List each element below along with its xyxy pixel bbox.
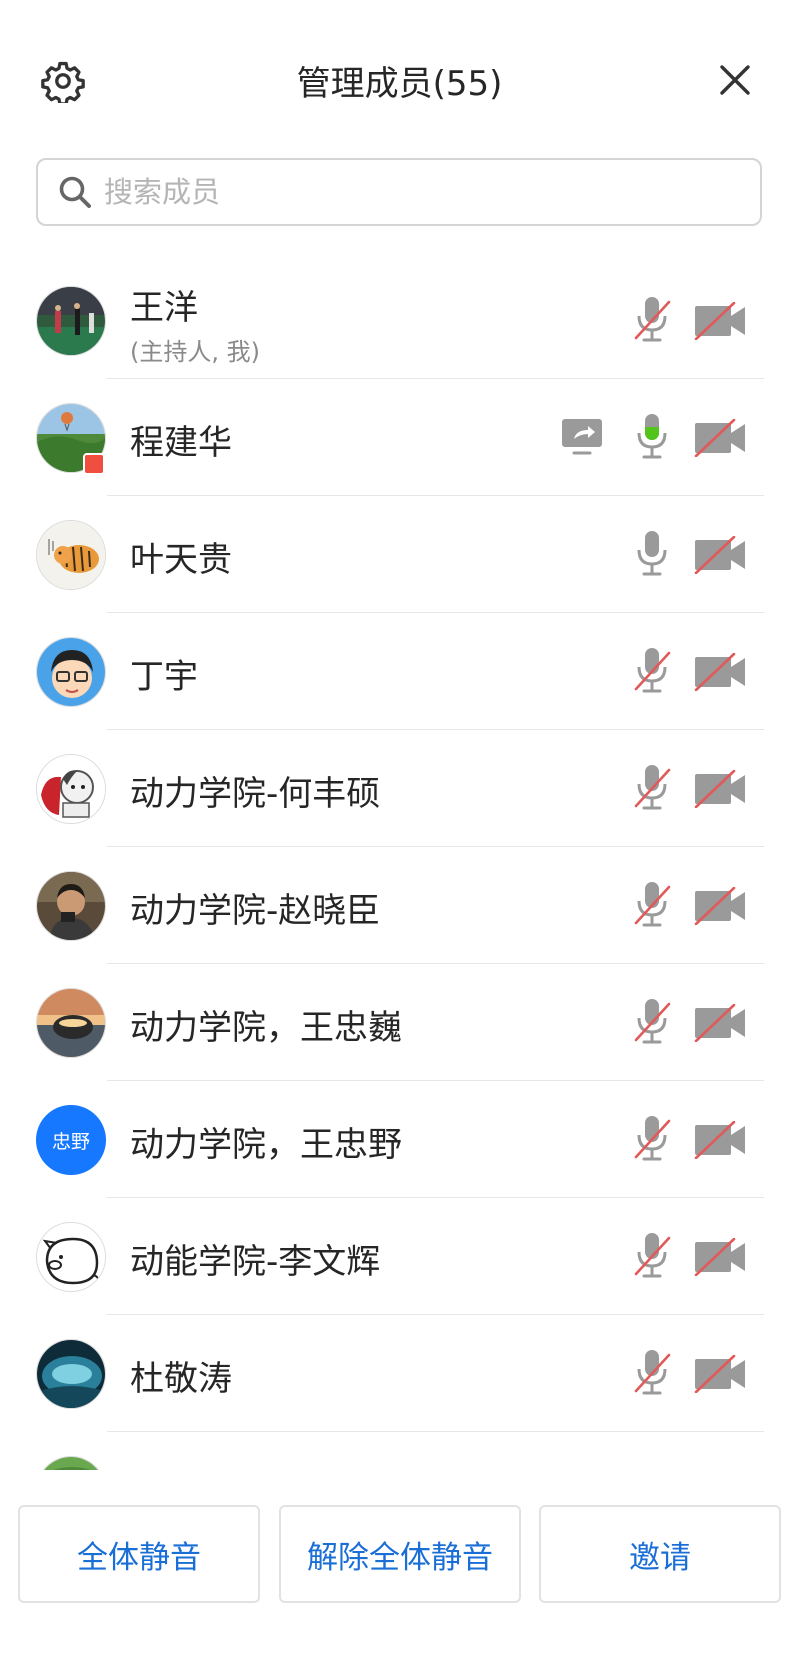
member-row[interactable]: 动力学院-何丰硕 [0,730,799,847]
header: 管理成员(55) [0,0,799,150]
member-row[interactable]: 程建华 [0,379,799,496]
avatar [36,871,106,941]
mute-all-button[interactable]: 全体静音 [18,1505,260,1603]
camera-off-icon[interactable] [693,770,747,808]
camera-off-icon[interactable] [693,1004,747,1042]
member-row[interactable]: 丁宇 [0,613,799,730]
member-name: 程建华 [130,423,232,463]
screen-share-icon[interactable] [560,417,604,457]
mic-muted-icon[interactable] [632,1113,672,1165]
search-input[interactable] [104,175,704,209]
member-row[interactable]: 王洋 (主持人, 我) [0,262,799,379]
mic-muted-icon[interactable] [632,879,672,931]
camera-off-icon[interactable] [693,536,747,574]
mic-muted-icon[interactable] [632,294,672,346]
avatar [36,1456,106,1470]
camera-off-icon[interactable] [693,1355,747,1393]
member-row[interactable]: 杜敬涛 [0,1315,799,1432]
avatar [36,286,106,356]
camera-off-icon[interactable] [693,419,747,457]
page-title: 管理成员(55) [296,64,503,104]
avatar [36,754,106,824]
mic-muted-icon[interactable] [632,996,672,1048]
presenter-badge [83,453,105,475]
member-name: 丁宇 [130,657,198,697]
member-name: 动能学院-李文辉 [130,1242,381,1282]
mic-muted-icon[interactable] [632,1230,672,1282]
camera-off-icon[interactable] [693,1238,747,1276]
member-name: 动力学院-赵晓臣 [130,891,381,931]
avatar: 忠野 [36,1105,106,1175]
unmute-all-button[interactable]: 解除全体静音 [279,1505,521,1603]
mic-on-icon[interactable] [632,528,672,580]
member-row-partial[interactable] [0,1432,799,1470]
close-button[interactable] [715,60,755,100]
mic-speaking-icon[interactable] [632,411,672,463]
member-row[interactable]: 动能学院-李文辉 [0,1198,799,1315]
member-list: 王洋 (主持人, 我) 程建华 叶天贵 丁宇 动力学院-何丰硕 动力学院-赵晓臣… [0,262,799,1470]
footer-actions: 全体静音 解除全体静音 邀请 [0,1470,799,1671]
member-name: 动力学院，王忠巍 [130,1008,402,1048]
camera-off-icon[interactable] [693,653,747,691]
search-icon [56,173,94,211]
member-row[interactable]: 叶天贵 [0,496,799,613]
member-name: 王洋 [130,288,198,328]
mic-muted-icon[interactable] [632,762,672,814]
camera-off-icon[interactable] [693,887,747,925]
member-row[interactable]: 忠野 动力学院，王忠野 [0,1081,799,1198]
close-icon [720,65,750,95]
member-role: (主持人, 我) [130,338,260,366]
mic-muted-icon[interactable] [632,645,672,697]
member-name: 杜敬涛 [130,1359,232,1399]
member-name: 动力学院，王忠野 [130,1125,402,1165]
avatar [36,1222,106,1292]
member-name: 动力学院-何丰硕 [130,774,381,814]
member-row[interactable]: 动力学院，王忠巍 [0,964,799,1081]
member-name: 叶天贵 [130,540,232,580]
invite-button[interactable]: 邀请 [539,1505,781,1603]
search-box [36,158,762,226]
avatar [36,637,106,707]
avatar [36,1339,106,1409]
avatar [36,520,106,590]
camera-off-icon[interactable] [693,302,747,340]
avatar [36,988,106,1058]
mic-muted-icon[interactable] [632,1347,672,1399]
camera-off-icon[interactable] [693,1121,747,1159]
member-row[interactable]: 动力学院-赵晓臣 [0,847,799,964]
